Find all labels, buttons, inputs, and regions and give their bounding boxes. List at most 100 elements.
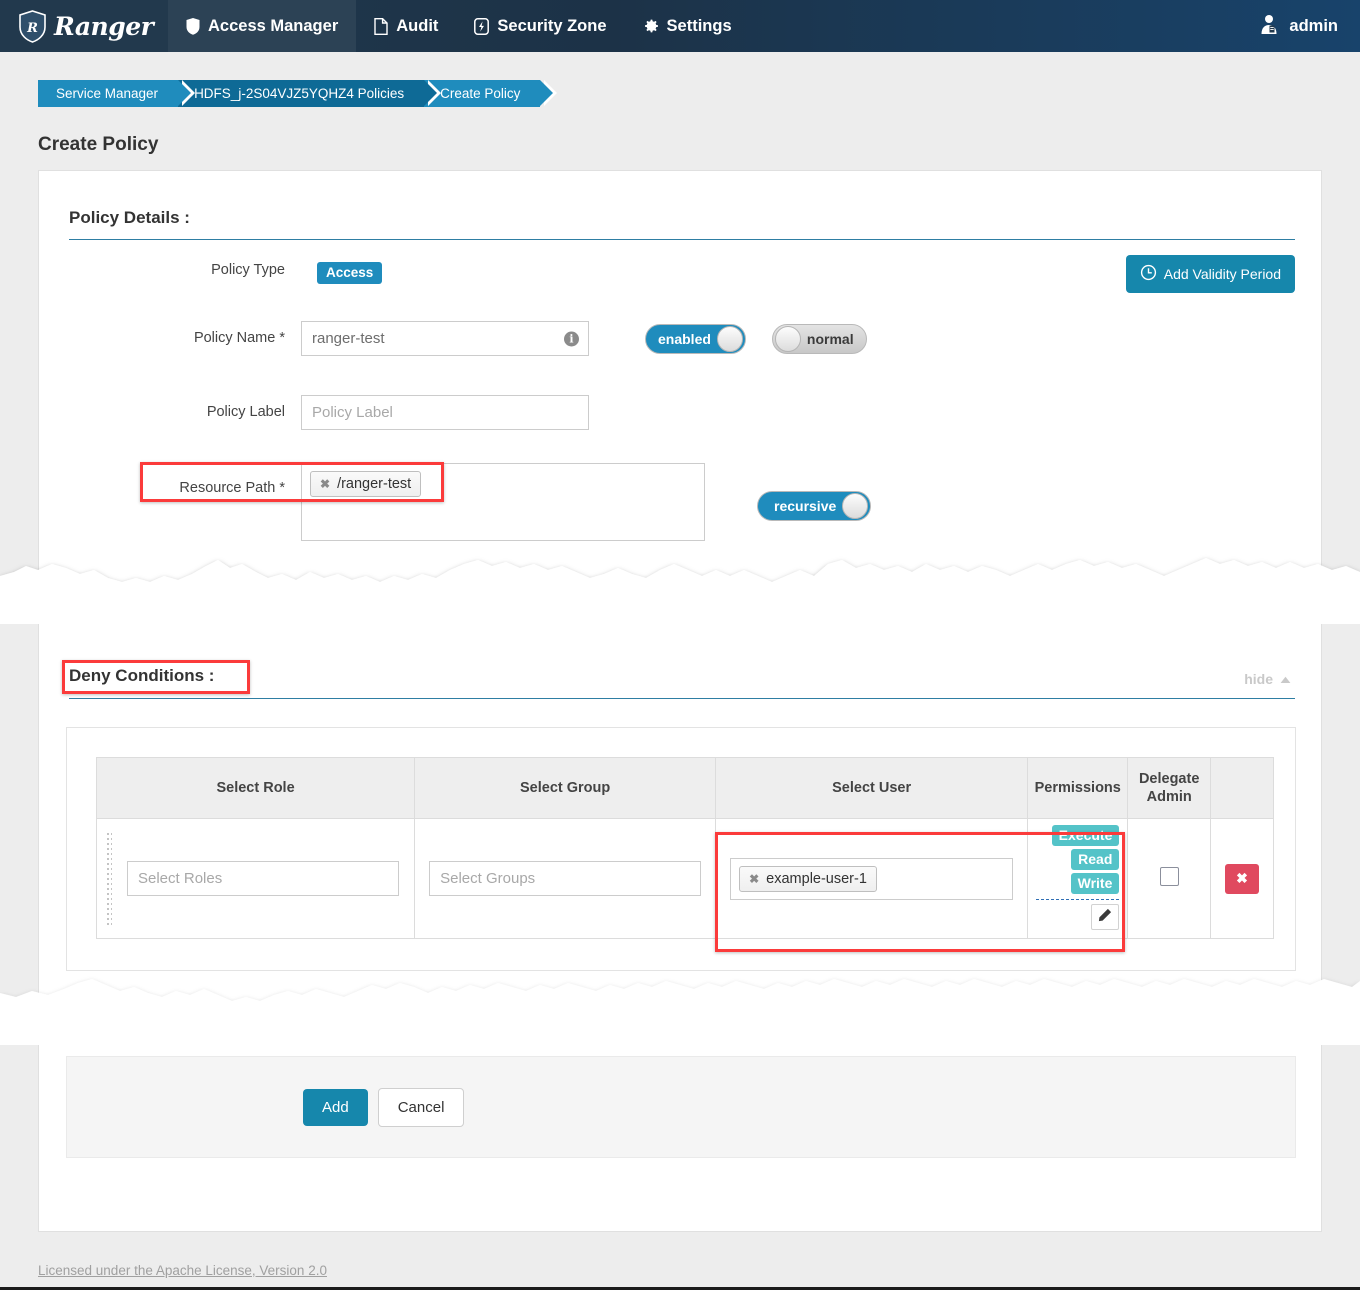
policy-label-input[interactable]	[301, 395, 589, 430]
nav-label: Audit	[396, 16, 439, 35]
hide-label: hide	[1244, 671, 1273, 687]
table-row: ✖ example-user-1 Execute Read Write	[95, 818, 1275, 940]
table-header: Select Role Select Group Select User Per…	[95, 756, 1275, 820]
column-actions	[1209, 756, 1275, 820]
policy-type-label: Policy Type	[211, 262, 285, 278]
remove-chip-icon[interactable]: ✖	[320, 477, 330, 491]
breadcrumb-item-create-policy[interactable]: Create Policy	[424, 80, 558, 107]
column-select-role: Select Role	[95, 756, 416, 820]
table-header-row: Select Role Select Group Select User Per…	[95, 756, 1275, 820]
deny-conditions-heading: Deny Conditions :	[69, 666, 215, 685]
brand-name: Ranger	[54, 11, 154, 41]
drag-handle[interactable]	[107, 832, 112, 925]
add-validity-period-label: Add Validity Period	[1163, 266, 1281, 282]
column-select-user: Select User	[715, 756, 1029, 820]
user-chip[interactable]: ✖ example-user-1	[739, 865, 877, 892]
breadcrumb-item-policies[interactable]: HDFS_j-2S04VJZ5YQHZ4 Policies	[178, 80, 442, 107]
add-button[interactable]: Add	[303, 1088, 368, 1126]
policy-name-input[interactable]	[301, 321, 589, 356]
nav-label: Settings	[666, 16, 732, 35]
user-menu[interactable]: admin	[1258, 0, 1360, 52]
cell-select-group	[414, 818, 717, 940]
policy-label-row: Policy Label	[39, 395, 739, 430]
nav-label: Access Manager	[208, 16, 339, 35]
deny-conditions-table: Select Role Select Group Select User Per…	[95, 756, 1275, 940]
toggle-knob	[842, 493, 869, 519]
policy-enabled-toggle[interactable]: enabled	[645, 324, 746, 354]
nav-access-manager[interactable]: Access Manager	[168, 0, 357, 52]
pencil-icon	[1098, 908, 1112, 927]
breadcrumb-item-service-manager[interactable]: Service Manager	[38, 80, 196, 107]
cell-permissions: Execute Read Write	[1027, 818, 1129, 940]
toggle-knob	[774, 326, 801, 352]
breadcrumb: Service Manager HDFS_j-2S04VJZ5YQHZ4 Pol…	[38, 80, 558, 107]
select-users-multiselect[interactable]: ✖ example-user-1	[730, 857, 1014, 900]
page-title: Create Policy	[38, 134, 159, 155]
policy-details-heading: Policy Details :	[69, 208, 190, 227]
nav-label: Security Zone	[497, 16, 607, 35]
resource-path-row: Resource Path * ✖ /ranger-test recursive	[39, 463, 939, 541]
policy-details-divider	[69, 239, 1295, 240]
nav-security-zone[interactable]: Security Zone	[456, 0, 624, 52]
add-validity-period-button[interactable]: Add Validity Period	[1125, 255, 1295, 293]
recursive-toggle[interactable]: recursive	[757, 491, 872, 521]
policy-label-label: Policy Label	[206, 404, 285, 420]
breadcrumb-label: Create Policy	[440, 86, 521, 101]
remove-chip-icon[interactable]: ✖	[749, 872, 759, 886]
chevron-up-icon	[1280, 671, 1291, 687]
recursive-label: recursive	[774, 498, 837, 514]
edit-permissions-button[interactable]	[1091, 904, 1120, 931]
user-name: admin	[1289, 16, 1338, 35]
brand-logo-area[interactable]: R Ranger	[0, 0, 168, 52]
license-footer: Licensed under the Apache License, Versi…	[38, 1263, 327, 1278]
resource-path-label: Resource Path *	[179, 480, 285, 496]
policy-normal-label: normal	[806, 331, 854, 347]
policy-type-row: Policy Type Access	[39, 262, 439, 284]
column-permissions: Permissions	[1027, 756, 1129, 820]
policy-enabled-label: enabled	[658, 331, 711, 347]
permission-badge-write: Write	[1070, 873, 1120, 895]
bolt-icon	[474, 17, 490, 35]
resource-path-multiselect[interactable]: ✖ /ranger-test	[301, 463, 705, 541]
user-chip-label: example-user-1	[766, 870, 867, 887]
deny-conditions-hide-toggle[interactable]: hide	[1244, 671, 1291, 687]
form-action-bar: Add Cancel	[66, 1056, 1296, 1158]
user-avatar-icon	[1258, 13, 1280, 40]
cell-select-role	[95, 818, 416, 940]
table-body: ✖ example-user-1 Execute Read Write	[95, 818, 1275, 940]
shield-icon	[186, 17, 200, 35]
cell-delegate-admin	[1127, 818, 1211, 940]
breadcrumb-label: Service Manager	[56, 86, 159, 101]
cancel-button[interactable]: Cancel	[377, 1087, 465, 1127]
permission-badge-read: Read	[1071, 849, 1120, 871]
cell-select-user: ✖ example-user-1	[715, 818, 1029, 940]
gear-icon	[643, 18, 659, 34]
policy-name-label: Policy Name *	[193, 330, 285, 346]
nav-settings[interactable]: Settings	[625, 0, 750, 52]
resource-path-chip-label: /ranger-test	[337, 476, 412, 492]
policy-normal-toggle[interactable]: normal	[771, 324, 867, 354]
permission-badge-execute: Execute	[1051, 825, 1120, 847]
deny-conditions-divider	[69, 698, 1295, 699]
nav-audit[interactable]: Audit	[356, 0, 456, 52]
policy-name-row: Policy Name * i enabled normal	[39, 321, 939, 356]
create-policy-card: Policy Details : Add Validity Period Pol…	[38, 170, 1322, 1232]
cell-row-actions: ✖	[1209, 818, 1275, 940]
toggle-knob	[716, 326, 743, 352]
resource-path-chip[interactable]: ✖ /ranger-test	[310, 471, 422, 497]
svg-text:R: R	[26, 21, 38, 36]
column-select-group: Select Group	[414, 756, 717, 820]
policy-type-badge: Access	[317, 262, 383, 284]
column-delegate-admin: Delegate Admin	[1127, 756, 1211, 820]
file-icon	[374, 17, 388, 35]
select-groups-input[interactable]	[429, 861, 702, 897]
ranger-shield-logo-icon: R	[18, 9, 47, 43]
clock-icon	[1140, 264, 1157, 284]
select-roles-input[interactable]	[127, 861, 399, 897]
top-navbar: R Ranger Access Manager Audit Security Z…	[0, 0, 1360, 52]
breadcrumb-label: HDFS_j-2S04VJZ5YQHZ4 Policies	[194, 86, 405, 101]
delete-row-button[interactable]: ✖	[1224, 863, 1259, 894]
permissions-separator	[1036, 899, 1120, 901]
info-icon[interactable]: i	[564, 331, 579, 346]
delegate-admin-checkbox[interactable]	[1159, 866, 1179, 886]
